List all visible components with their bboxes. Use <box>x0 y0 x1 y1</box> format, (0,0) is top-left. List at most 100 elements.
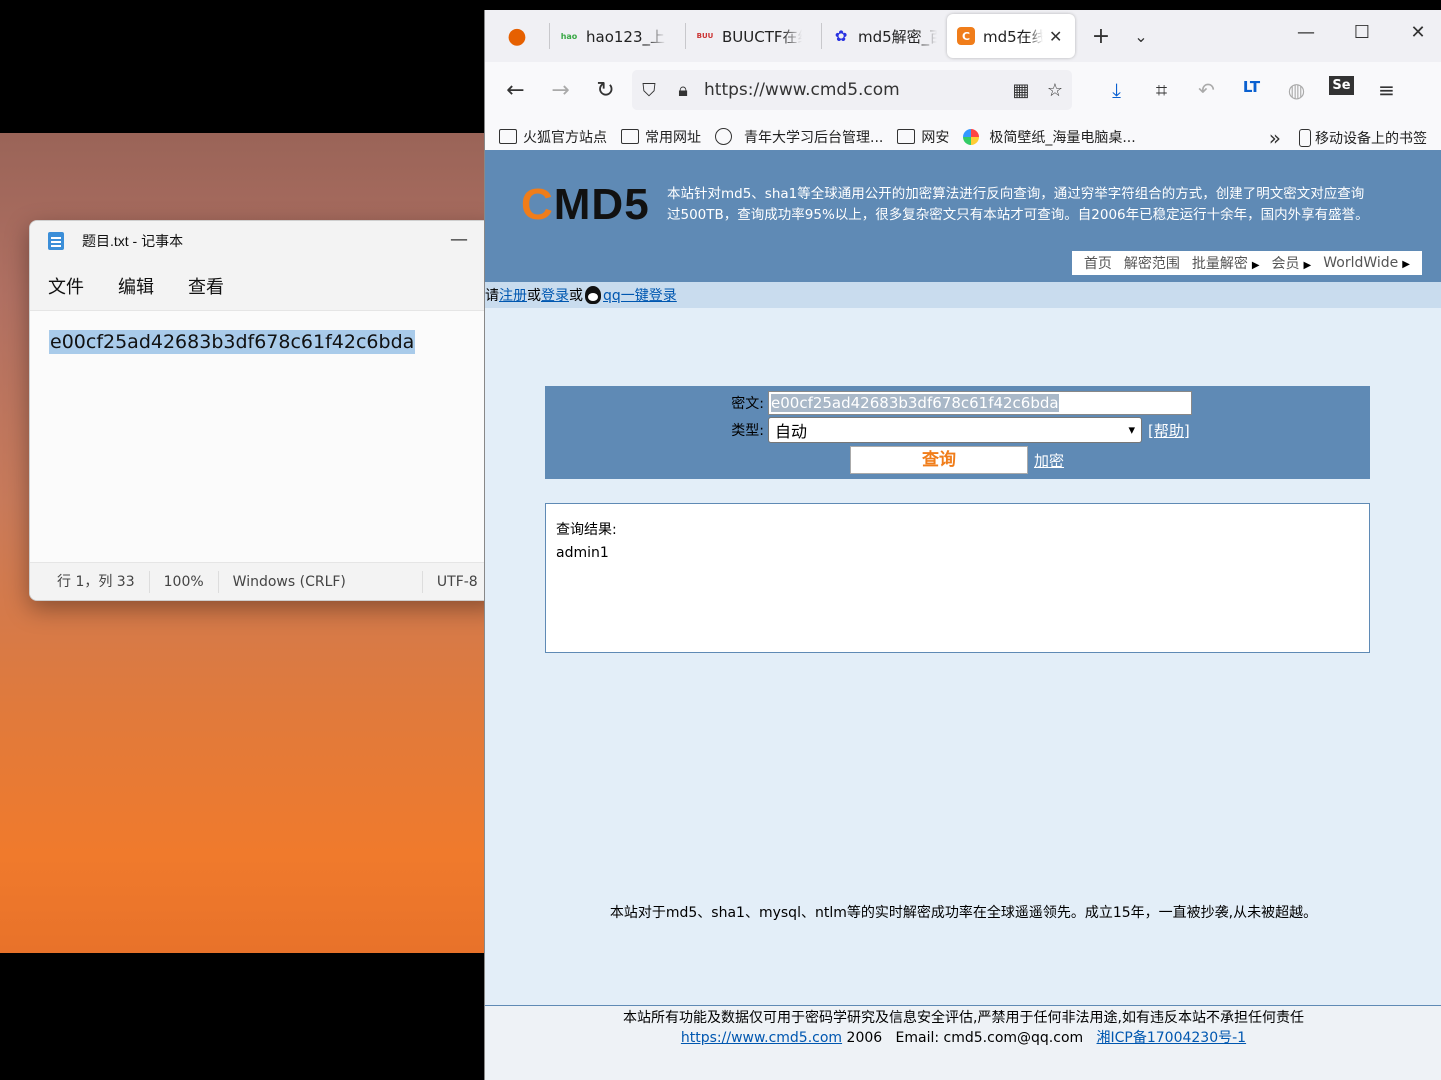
bookmark-netsec[interactable]: 网安 <box>897 127 949 147</box>
hao123-favicon-icon: hao <box>560 31 578 41</box>
logo-c: C <box>521 180 554 229</box>
url-text[interactable]: https://www.cmd5.com <box>704 80 1004 100</box>
extension-tools: ⤓ ⌗ ↶ LT ◍ Se ≡ <box>1094 76 1409 102</box>
bookmark-label: 移动设备上的书签 <box>1315 131 1427 147</box>
new-tab-icon[interactable]: + <box>1081 24 1121 49</box>
browser-window[interactable]: ● hao hao123_上网 BUU BUUCTF在线 ✿ md5解密_百 C… <box>484 10 1441 1080</box>
footer-info: https://www.cmd5.com 2006 Email: cmd5.co… <box>485 1028 1441 1048</box>
qq-penguin-icon[interactable] <box>585 286 601 304</box>
status-zoom: 100% <box>150 570 219 593</box>
nav-toolbar: ← → ↻ ⛉ 🔒︎ https://www.cmd5.com ▦ ☆ ⤓ ⌗ … <box>485 62 1441 118</box>
bookmark-label: 火狐官方站点 <box>523 129 607 146</box>
tab-close-icon[interactable]: ✕ <box>1049 27 1062 46</box>
minimize-icon[interactable]: — <box>450 229 468 250</box>
notepad-window[interactable]: 题目.txt - 记事本 — 文件 编辑 查看 e00cf25ad42683b3… <box>29 220 499 601</box>
globe-extension-icon[interactable]: ◍ <box>1274 78 1319 102</box>
nav-member[interactable]: 会员 ▶ <box>1266 253 1318 273</box>
notepad-menubar: 文件 编辑 查看 <box>30 261 498 311</box>
login-bar: 请注册或登录或 qq一键登录 <box>485 282 1441 308</box>
nav-label: 会员 <box>1271 256 1300 272</box>
nav-worldwide[interactable]: WorldWide ▶ <box>1317 255 1416 271</box>
bookmark-mobile[interactable]: 移动设备上的书签 <box>1299 128 1427 148</box>
menu-hamburger-icon[interactable]: ≡ <box>1364 78 1409 102</box>
maximize-icon[interactable]: ☐ <box>1349 22 1375 43</box>
forward-icon[interactable]: → <box>538 78 583 103</box>
buuctf-favicon-icon: BUU <box>696 32 714 40</box>
nav-batch-decrypt[interactable]: 批量解密 ▶ <box>1186 253 1266 273</box>
encrypt-link[interactable]: 加密 <box>1034 450 1064 471</box>
reload-icon[interactable]: ↻ <box>583 78 628 103</box>
bookmark-youth-study[interactable]: 青年大学习后台管理... <box>715 127 883 147</box>
tab-md5-cmd5[interactable]: C md5在线 ✕ <box>947 14 1075 58</box>
notepad-editor[interactable]: e00cf25ad42683b3df678c61f42c6bda <box>30 311 498 562</box>
cmd5-favicon-icon: C <box>957 27 975 45</box>
qr-code-icon[interactable]: ▦ <box>1004 80 1038 101</box>
register-link[interactable]: 注册 <box>499 285 527 305</box>
login-or: 或 <box>569 288 583 304</box>
nav-decrypt-range[interactable]: 解密范围 <box>1118 253 1186 273</box>
firefox-view-icon[interactable]: ● <box>485 24 549 49</box>
type-select-value: 自动 <box>775 422 808 441</box>
footer-icp-link[interactable]: 湘ICP备17004230号-1 <box>1097 1030 1247 1046</box>
cipher-input[interactable]: e00cf25ad42683b3df678c61f42c6bda <box>768 391 1192 415</box>
footer-site-link[interactable]: https://www.cmd5.com <box>681 1030 842 1046</box>
shield-icon[interactable]: ⛉ <box>632 80 666 101</box>
site-nav: 首页 解密范围 批量解密 ▶ 会员 ▶ WorldWide ▶ <box>1071 251 1422 275</box>
more-bookmarks-chevron-icon[interactable]: » <box>1269 126 1281 150</box>
baidu-paw-icon: ✿ <box>834 27 848 45</box>
selenium-extension-icon[interactable]: Se <box>1319 76 1364 102</box>
description-line: 本站针对md5、sha1等全球通用公开的加密算法进行反向查询，通过穷举字符组合的… <box>667 186 1365 202</box>
menu-view[interactable]: 查看 <box>171 273 241 299</box>
qq-login-link[interactable]: qq一键登录 <box>603 285 677 305</box>
logo-md5: MD5 <box>553 180 650 229</box>
tab-buuctf[interactable]: BUU BUUCTF在线 <box>686 14 821 58</box>
nav-label: WorldWide <box>1323 255 1399 271</box>
result-value: admin1 <box>556 545 609 561</box>
login-or: 或 <box>527 288 541 304</box>
download-icon[interactable]: ⤓ <box>1094 78 1139 102</box>
query-button[interactable]: 查询 <box>850 446 1028 474</box>
lock-icon[interactable]: 🔒︎ <box>666 80 700 101</box>
help-link[interactable]: [帮助] <box>1148 420 1190 441</box>
bookmark-label: 青年大学习后台管理... <box>744 129 884 146</box>
wallpaper-site-icon <box>963 128 980 145</box>
screenshot-crop-icon[interactable]: ⌗ <box>1139 78 1184 102</box>
triangle-right-icon: ▶ <box>1251 260 1260 271</box>
menu-file[interactable]: 文件 <box>30 273 101 299</box>
site-footer: 本站所有功能及数据仅可用于密码学研究及信息安全评估,严禁用于任何非法用途,如有违… <box>485 1005 1441 1080</box>
phone-icon <box>1299 129 1311 147</box>
type-row: 类型: 自动 ▾ [帮助] <box>724 417 1190 443</box>
cmd5-logo[interactable]: CMD5 <box>521 180 650 230</box>
tab-list-chevron-icon[interactable]: ⌄ <box>1121 27 1161 46</box>
folder-icon <box>499 129 517 144</box>
footer-email: Email: cmd5.com@qq.com <box>895 1030 1084 1046</box>
folder-icon <box>621 129 639 144</box>
type-select[interactable]: 自动 ▾ <box>768 417 1142 443</box>
tab-hao123[interactable]: hao hao123_上网 <box>550 14 685 58</box>
close-icon[interactable]: ✕ <box>1405 22 1431 43</box>
status-cursor-position: 行 1，列 33 <box>30 570 150 593</box>
notepad-selected-text[interactable]: e00cf25ad42683b3df678c61f42c6bda <box>49 330 416 354</box>
translate-extension-icon[interactable]: LT <box>1229 78 1274 102</box>
notepad-title: 题目.txt - 记事本 <box>82 233 184 249</box>
nav-home[interactable]: 首页 <box>1078 253 1118 273</box>
bookmark-wallpaper[interactable]: 极简壁纸_海量电脑桌... <box>963 127 1136 147</box>
minimize-icon[interactable]: — <box>1293 22 1319 43</box>
bookmark-star-icon[interactable]: ☆ <box>1038 80 1072 101</box>
menu-edit[interactable]: 编辑 <box>101 273 171 299</box>
login-link[interactable]: 登录 <box>541 285 569 305</box>
tab-label: hao123_上网 <box>586 27 666 46</box>
url-bar[interactable]: ⛉ 🔒︎ https://www.cmd5.com ▦ ☆ <box>632 70 1072 110</box>
submit-row: 查询 加密 <box>850 446 1064 474</box>
bookmarks-right: » 移动设备上的书签 <box>1269 126 1427 150</box>
result-box: 查询结果: admin1 <box>545 503 1370 653</box>
cipher-input-value[interactable]: e00cf25ad42683b3df678c61f42c6bda <box>771 394 1059 412</box>
window-controls: — ☐ ✕ <box>1293 22 1431 43</box>
bookmark-firefox-official[interactable]: 火狐官方站点 <box>499 127 607 147</box>
tab-md5-baidu[interactable]: ✿ md5解密_百 <box>822 14 947 58</box>
folder-icon <box>897 129 916 144</box>
notepad-titlebar[interactable]: 题目.txt - 记事本 — <box>30 221 498 261</box>
undo-icon[interactable]: ↶ <box>1184 78 1229 102</box>
bookmark-common-sites[interactable]: 常用网址 <box>621 127 701 147</box>
back-icon[interactable]: ← <box>493 78 538 103</box>
